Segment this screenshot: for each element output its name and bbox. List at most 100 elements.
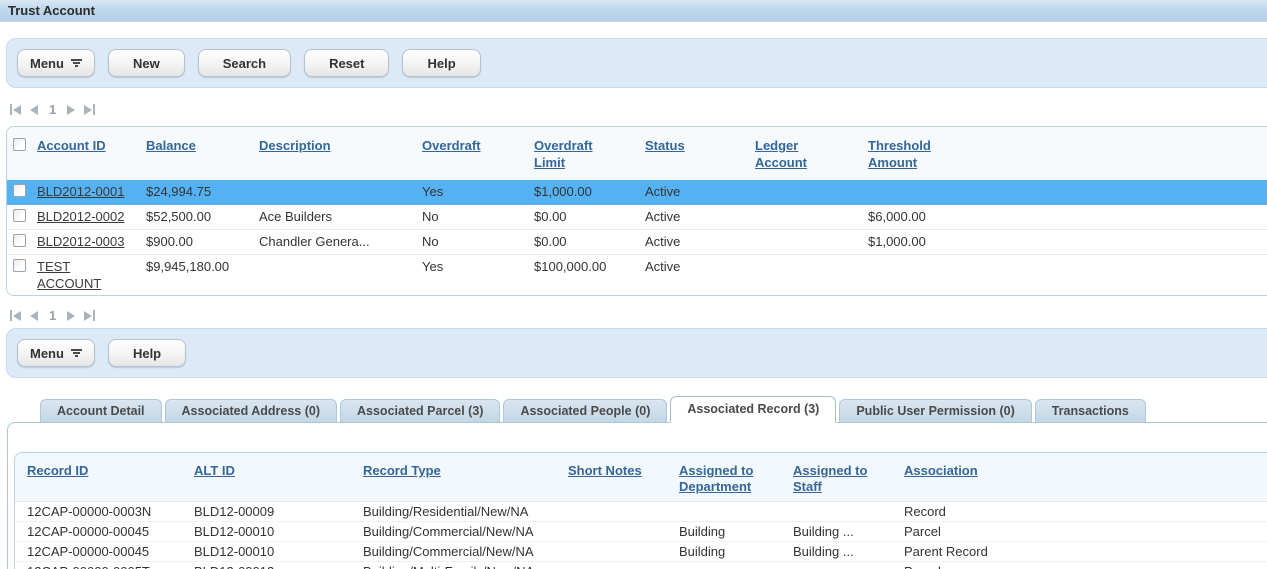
page-number: 1 [47,102,58,117]
column-header-assigned-department[interactable]: Assigned to Department [679,463,759,495]
page-number: 1 [47,308,58,323]
record-type-cell: Building/Residential/New/NA [363,502,568,521]
assigned-staff-cell [793,502,904,504]
account-row[interactable]: TEST ACCOUNT $9,945,180.00 Yes $100,000.… [7,255,1267,295]
column-header-account-id[interactable]: Account ID [37,137,106,154]
alt-id-cell: BLD12-00009 [194,502,363,521]
associated-record-panel: Record ID ALT ID Record Type Short Notes… [7,422,1267,569]
tab-transactions[interactable]: Transactions [1035,399,1146,423]
column-header-short-notes[interactable]: Short Notes [568,463,642,479]
record-type-cell: Building/Commercial/New/NA [363,542,568,561]
detail-pager: 1 [10,308,1267,323]
row-checkbox[interactable] [13,259,26,272]
last-page-icon[interactable] [84,310,95,321]
column-header-assigned-staff[interactable]: Assigned to Staff [793,463,873,495]
status-cell: Active [645,255,755,278]
row-checkbox[interactable] [13,184,26,197]
detail-menu-button[interactable]: Menu [17,339,95,367]
column-header-overdraft[interactable]: Overdraft [422,137,481,154]
new-button-label: New [133,56,160,71]
tab-account-detail[interactable]: Account Detail [40,399,162,423]
account-id-link[interactable]: BLD2012-0002 [37,208,124,225]
record-row[interactable]: 12CAP-00000-00045 BLD12-00010 Building/C… [15,542,1267,562]
column-header-association[interactable]: Association [904,463,978,479]
first-page-icon[interactable] [10,310,21,321]
record-row[interactable]: 12CAP-00000-0003N BLD12-00009 Building/R… [15,502,1267,522]
detail-help-button[interactable]: Help [108,339,186,367]
menu-dropdown-icon [71,59,82,67]
short-notes-cell [568,502,679,504]
record-type-cell: Building/Commercial/New/NA [363,522,568,541]
help-button[interactable]: Help [402,49,480,77]
column-header-record-type[interactable]: Record Type [363,463,441,479]
tab-associated-address[interactable]: Associated Address (0) [165,399,337,423]
first-page-icon[interactable] [10,104,21,115]
status-cell: Active [645,205,755,228]
column-header-ledger-account[interactable]: Ledger Account [755,137,819,171]
balance-cell: $9,945,180.00 [146,255,259,278]
record-id-cell: 12CAP-00000-00045 [27,542,194,561]
tab-public-user-permission[interactable]: Public User Permission (0) [839,399,1031,423]
column-header-record-id[interactable]: Record ID [27,463,88,479]
record-id-cell: 12CAP-00000-0005T [27,562,194,569]
record-row[interactable]: 12CAP-00000-00045 BLD12-00010 Building/C… [15,522,1267,542]
assigned-department-cell: Building [679,522,793,541]
description-cell [259,255,422,261]
record-row[interactable]: 12CAP-00000-0005T BLD12-00012 Building/M… [15,562,1267,569]
account-row[interactable]: BLD2012-0003 $900.00 Chandler Genera... … [7,230,1267,255]
column-header-status[interactable]: Status [645,137,685,154]
tab-associated-record[interactable]: Associated Record (3) [670,396,836,423]
overdraft-cell: Yes [422,180,534,203]
tab-associated-parcel[interactable]: Associated Parcel (3) [340,399,500,423]
record-type-cell: Building/Multi-Family/New/NA [363,562,568,569]
next-page-icon[interactable] [67,105,75,115]
short-notes-cell [568,542,679,544]
menu-button[interactable]: Menu [17,49,95,77]
detail-menu-button-label: Menu [30,346,64,361]
reset-button[interactable]: Reset [304,49,389,77]
overdraft-limit-cell: $100,000.00 [534,255,645,278]
last-page-icon[interactable] [84,104,95,115]
previous-page-icon[interactable] [30,105,38,115]
balance-cell: $52,500.00 [146,205,259,228]
alt-id-cell: BLD12-00010 [194,542,363,561]
tab-associated-people[interactable]: Associated People (0) [503,399,667,423]
help-button-label: Help [427,56,455,71]
accounts-table-header: Account ID Balance Description Overdraft… [7,127,1267,180]
assigned-staff-cell [793,562,904,564]
page-title: Trust Account [0,0,1267,22]
column-header-balance[interactable]: Balance [146,137,196,154]
assigned-staff-cell: Building ... [793,542,904,561]
account-id-link[interactable]: TEST ACCOUNT [37,258,132,292]
detail-tab-bar: Account Detail Associated Address (0) As… [0,396,1267,423]
search-button[interactable]: Search [198,49,291,77]
ledger-account-cell [755,230,868,236]
previous-page-icon[interactable] [30,311,38,321]
accounts-toolbar: Menu New Search Reset Help [6,38,1267,88]
row-checkbox[interactable] [13,234,26,247]
account-id-link[interactable]: BLD2012-0003 [37,233,124,250]
account-id-link[interactable]: BLD2012-0001 [37,183,124,200]
column-header-overdraft-limit[interactable]: Overdraft Limit [534,137,606,171]
menu-button-label: Menu [30,56,64,71]
detail-help-button-label: Help [133,346,161,361]
column-header-alt-id[interactable]: ALT ID [194,463,235,479]
association-cell: Parent Record [904,542,1267,561]
association-cell: Record [904,502,1267,521]
account-row[interactable]: BLD2012-0002 $52,500.00 Ace Builders No … [7,205,1267,230]
record-id-cell: 12CAP-00000-0003N [27,502,194,521]
alt-id-cell: BLD12-00012 [194,562,363,569]
row-checkbox[interactable] [13,209,26,222]
overdraft-cell: No [422,230,534,253]
column-header-description[interactable]: Description [259,137,331,154]
column-header-threshold-amount[interactable]: Threshold Amount [868,137,948,171]
threshold-amount-cell [868,180,998,186]
select-all-checkbox[interactable] [13,138,26,151]
associated-records-table: Record ID ALT ID Record Type Short Notes… [14,452,1267,569]
new-button[interactable]: New [108,49,185,77]
account-row[interactable]: BLD2012-0001 $24,994.75 Yes $1,000.00 Ac… [7,180,1267,205]
next-page-icon[interactable] [67,311,75,321]
assigned-department-cell [679,562,793,564]
description-cell [259,180,422,186]
assigned-staff-cell: Building ... [793,522,904,541]
